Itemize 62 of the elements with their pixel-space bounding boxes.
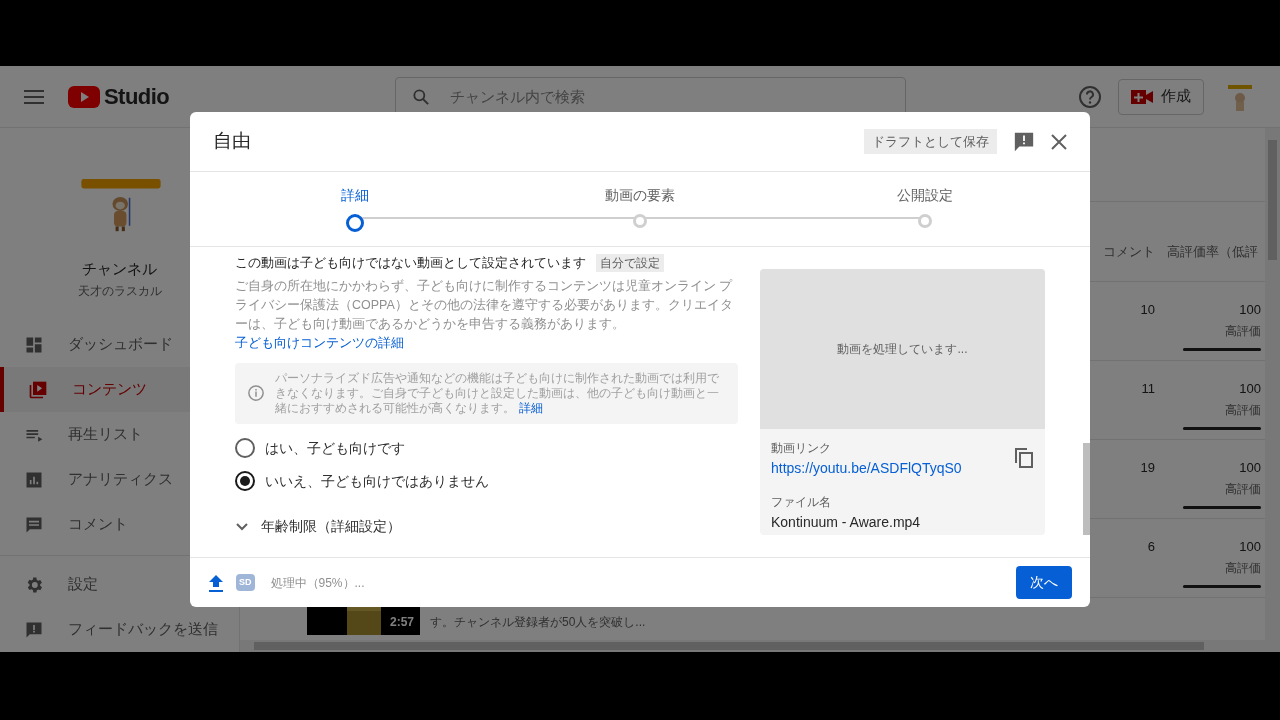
menu-icon[interactable] bbox=[24, 88, 44, 105]
column-header: コメント bbox=[1102, 242, 1155, 261]
horizontal-scrollbar[interactable] bbox=[240, 640, 1265, 652]
search-icon bbox=[411, 86, 432, 107]
file-name: Kontinuum - Aware.mp4 bbox=[771, 513, 922, 532]
progress-text: 処理中（95%）... bbox=[270, 574, 365, 592]
video-description: す。チャンネル登録者が50人を突破し... bbox=[430, 614, 646, 631]
comment-count: 10 bbox=[1139, 301, 1155, 319]
comment-count: 6 bbox=[1146, 538, 1155, 556]
rating-label: 高評価 bbox=[1225, 559, 1261, 577]
radio-button[interactable] bbox=[235, 471, 255, 491]
step-label[interactable]: 公開設定 bbox=[897, 185, 953, 206]
step-marker[interactable] bbox=[346, 214, 364, 232]
info-icon bbox=[247, 384, 265, 402]
file-label: ファイル名 bbox=[771, 494, 832, 511]
nav-item[interactable]: アナリティクス bbox=[0, 457, 239, 502]
duration-label: 2:57 bbox=[389, 614, 414, 631]
video-link[interactable]: https://youtu.be/ASDFlQTyqS0 bbox=[771, 458, 1014, 479]
audience-badge: 自分で設定 bbox=[596, 253, 664, 272]
save-draft-button[interactable]: ドラフトとして保存 bbox=[864, 128, 997, 155]
coppa-paragraph: ご自身の所在地にかかわらず、子ども向けに制作するコンテンツは児童オンライン プライバシー保護法（COPPA）とその他の法律を遵守する必要があります。クリエイターは、子ども向け動画であるかどうかを申告する義務があります。 子ども向けコンテンツの詳細 bbox=[235, 277, 734, 352]
info-text: パーソナライズド広告や通知などの機能は子ども向けに制作された動画では利用できなくなります。ご自身で子ども向けと設定した動画は、他の子ども向け動画と一緒におすすめされる可能性が高くなります。 詳細 bbox=[275, 370, 720, 416]
feedback-icon[interactable] bbox=[1013, 130, 1035, 153]
details-link[interactable]: 子ども向けコンテンツの詳細 bbox=[235, 335, 404, 350]
step-label[interactable]: 動画の要素 bbox=[605, 185, 675, 206]
rating-label: 高評価 bbox=[1225, 322, 1261, 340]
processing-text: 動画を処理しています... bbox=[837, 341, 968, 358]
video-camera-icon bbox=[1131, 89, 1153, 104]
upload-icon bbox=[208, 573, 224, 592]
sd-badge: SD bbox=[236, 573, 255, 592]
link-label: 動画リンク bbox=[771, 440, 832, 457]
radio-label[interactable]: いいえ、子ども向けではありません bbox=[265, 470, 489, 492]
nav-item[interactable]: フィードバックを送信 bbox=[0, 607, 239, 652]
rating-value: 100 bbox=[1239, 301, 1261, 319]
column-header: 高評価率（低評 bbox=[1167, 242, 1259, 261]
radio-button[interactable] bbox=[235, 438, 255, 458]
channel-name: 天才のラスカル bbox=[76, 283, 163, 300]
logo-text: Studio bbox=[104, 83, 170, 111]
vertical-scrollbar[interactable] bbox=[1265, 128, 1280, 652]
video-icon bbox=[28, 379, 48, 400]
nav-item[interactable]: 再生リスト bbox=[0, 412, 239, 457]
rating-label: 高評価 bbox=[1225, 401, 1261, 419]
comment-count: 19 bbox=[1139, 459, 1155, 477]
create-button[interactable]: 作成 bbox=[1118, 78, 1204, 115]
rating-label: 高評価 bbox=[1225, 480, 1261, 498]
dialog-scrollbar[interactable] bbox=[1083, 443, 1090, 535]
rating-value: 100 bbox=[1239, 538, 1261, 556]
copy-icon[interactable] bbox=[1014, 447, 1034, 469]
rating-value: 100 bbox=[1239, 380, 1261, 398]
help-icon[interactable] bbox=[1078, 84, 1102, 109]
details-link[interactable]: 詳細 bbox=[519, 400, 543, 415]
channel-label: チャンネル bbox=[81, 258, 158, 279]
nav-item[interactable]: 設定 bbox=[0, 562, 239, 607]
comment-count: 11 bbox=[1140, 380, 1155, 398]
close-icon[interactable] bbox=[1051, 133, 1067, 150]
audience-status: この動画は子ども向けではない動画として設定されています bbox=[235, 254, 586, 272]
play-logo-icon bbox=[68, 85, 100, 108]
radio-label[interactable]: はい、子ども向けです bbox=[265, 437, 405, 459]
next-button[interactable]: 次へ bbox=[1016, 566, 1072, 599]
rating-value: 100 bbox=[1239, 459, 1261, 477]
step-label[interactable]: 詳細 bbox=[341, 185, 369, 206]
dialog-title: 自由 bbox=[213, 129, 251, 154]
